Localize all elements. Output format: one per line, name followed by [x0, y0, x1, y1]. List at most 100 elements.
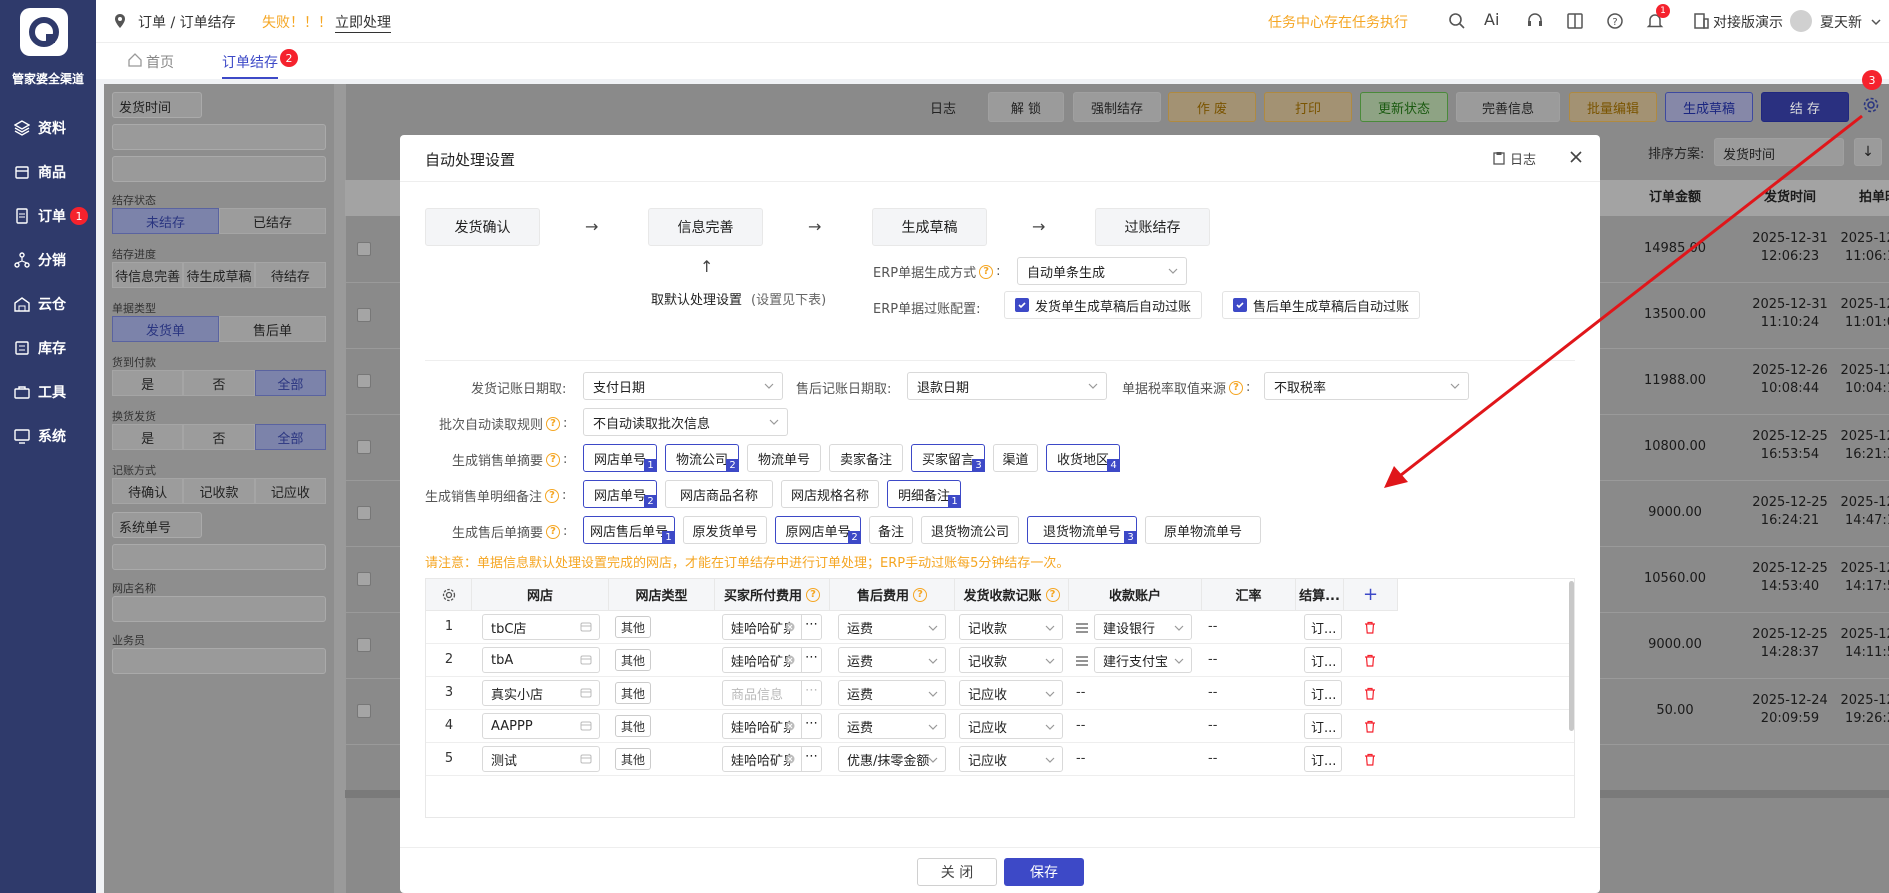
after-fee-select[interactable]: 优惠/抹零金额 — [838, 746, 946, 772]
cod-opt[interactable]: 是 — [112, 370, 184, 396]
account-select[interactable]: 建设银行 — [1094, 614, 1192, 640]
task-center-notice[interactable]: 任务中心存在任务执行 — [1268, 12, 1408, 32]
help-icon[interactable]: ? — [546, 416, 561, 431]
status-opt[interactable]: 未结存 — [112, 208, 219, 234]
tab-home[interactable]: 首页 — [146, 52, 174, 72]
summary-tag[interactable]: 备注 — [869, 516, 913, 544]
help-icon[interactable]: ? — [979, 264, 994, 279]
help-icon[interactable]: ? — [545, 488, 560, 503]
more-icon[interactable]: ⋯ — [801, 747, 821, 771]
delete-icon[interactable] — [1364, 720, 1376, 733]
cod-opt[interactable]: 全部 — [254, 370, 326, 396]
progress-opt[interactable]: 待信息完善 — [112, 262, 184, 288]
row-checkbox[interactable] — [357, 242, 371, 256]
summary-tag[interactable]: 网店商品名称 — [665, 480, 773, 508]
after-date-select[interactable]: 退款日期 — [907, 372, 1107, 400]
summary-tag[interactable]: 原发货单号 — [683, 516, 767, 544]
shop-name-input[interactable] — [112, 596, 326, 622]
buyer-fee-input[interactable]: 娃哈哈矿泉 ⋯ — [722, 647, 822, 673]
app-logo[interactable] — [20, 8, 68, 56]
log-button[interactable]: 日志 — [912, 92, 974, 122]
clear-icon[interactable] — [785, 754, 795, 764]
summary-tag[interactable]: 物流单号 — [747, 444, 821, 472]
account-opt[interactable]: 待确认 — [112, 478, 184, 504]
account-opt[interactable]: 记应收 — [254, 478, 326, 504]
summary-tag[interactable]: 渠道 — [993, 444, 1038, 472]
exchange-opt[interactable]: 全部 — [254, 424, 326, 450]
cod-opt[interactable]: 否 — [183, 370, 255, 396]
sidebar-item[interactable]: 工具 — [14, 374, 96, 410]
sidebar-item[interactable]: 云仓 — [14, 286, 96, 322]
shop-picker-icon[interactable] — [580, 720, 592, 732]
column-settings-gear-icon[interactable] — [442, 588, 456, 602]
ship-account-select[interactable]: 记应收 — [959, 713, 1063, 739]
list-settings-icon[interactable] — [1076, 622, 1088, 634]
more-icon[interactable]: ⋯ — [801, 615, 821, 639]
batch-rule-select[interactable]: 不自动读取批次信息 — [583, 408, 788, 436]
row-checkbox[interactable] — [357, 506, 371, 520]
summary-tag[interactable]: 原网店单号 2 — [775, 516, 861, 544]
sys-no-input[interactable] — [112, 544, 326, 570]
row-checkbox[interactable] — [357, 308, 371, 322]
shop-input[interactable]: AAPPP — [482, 713, 600, 739]
ship-date-select[interactable]: 支付日期 — [583, 372, 783, 400]
ship-account-select[interactable]: 记收款 — [959, 647, 1063, 673]
summary-tag[interactable]: 明细备注 1 — [887, 480, 961, 508]
shop-input[interactable]: 真实小店 — [482, 680, 600, 706]
summary-tag[interactable]: 收货地区 4 — [1046, 444, 1120, 472]
exchange-opt[interactable]: 是 — [112, 424, 184, 450]
after-fee-select[interactable]: 运费 — [838, 614, 946, 640]
headset-icon[interactable] — [1526, 12, 1544, 30]
avatar[interactable] — [1790, 10, 1812, 32]
date-start-input[interactable] — [112, 124, 326, 150]
summary-tag[interactable]: 退货物流单号 3 — [1027, 516, 1137, 544]
help-icon[interactable]: ? — [1606, 12, 1624, 30]
type-opt[interactable]: 发货单 — [112, 316, 219, 342]
settle-select[interactable]: 订... — [1304, 746, 1342, 772]
ship-time-select[interactable]: 发货时间 — [112, 92, 202, 118]
summary-tag[interactable]: 原单物流单号 — [1145, 516, 1261, 544]
process-now-link[interactable]: 立即处理 — [335, 12, 391, 33]
sidebar-item[interactable]: 库存 — [14, 330, 96, 366]
more-icon[interactable]: ⋯ — [801, 648, 821, 672]
summary-tag[interactable]: 买家留言 3 — [911, 444, 985, 472]
delete-icon[interactable] — [1364, 687, 1376, 700]
sidebar-item[interactable]: 商品 — [14, 154, 96, 190]
help-icon[interactable]: ? — [1045, 587, 1060, 602]
summary-tag[interactable]: 网店单号 2 — [583, 480, 657, 508]
settle-select[interactable]: 订... — [1304, 713, 1342, 739]
add-row-icon[interactable]: + — [1363, 584, 1378, 605]
book-icon[interactable] — [1566, 12, 1584, 30]
after-fee-select[interactable]: 运费 — [838, 647, 946, 673]
ai-assistant-icon[interactable]: Ai — [1484, 10, 1499, 29]
help-icon[interactable]: ? — [546, 452, 561, 467]
status-opt[interactable]: 已结存 — [219, 208, 326, 234]
shop-input[interactable]: tbA — [482, 647, 600, 673]
exchange-opt[interactable]: 否 — [183, 424, 255, 450]
ship-account-select[interactable]: 记应收 — [959, 680, 1063, 706]
clear-icon[interactable] — [785, 622, 795, 632]
save-button[interactable]: 保存 — [1004, 858, 1084, 886]
settle-select[interactable]: 订... — [1304, 680, 1342, 706]
type-opt[interactable]: 售后单 — [219, 316, 326, 342]
summary-tag[interactable]: 网店单号 1 — [583, 444, 657, 472]
ship-account-select[interactable]: 记收款 — [959, 614, 1063, 640]
ship-account-select[interactable]: 记应收 — [959, 746, 1063, 772]
sys-no-select[interactable]: 系统单号 — [112, 512, 202, 538]
settle-select[interactable]: 订... — [1304, 647, 1342, 673]
chevron-down-icon[interactable] — [1870, 16, 1882, 28]
force-settle-button[interactable]: 强制结存 — [1073, 92, 1161, 122]
after-fee-select[interactable]: 运费 — [838, 680, 946, 706]
tab-order-settlement[interactable]: 订单结存 — [222, 52, 278, 79]
close-button[interactable]: 关 闭 — [917, 858, 997, 886]
delete-icon[interactable] — [1364, 753, 1376, 766]
summary-tag[interactable]: 网店售后单号 1 — [583, 516, 675, 544]
sidebar-item[interactable]: 资料 — [14, 110, 96, 146]
date-end-input[interactable] — [112, 156, 326, 182]
shop-picker-icon[interactable] — [580, 654, 592, 666]
print-button[interactable]: 打印 — [1264, 92, 1352, 122]
shop-picker-icon[interactable] — [580, 753, 592, 765]
more-icon[interactable]: ⋯ — [801, 714, 821, 738]
row-checkbox[interactable] — [357, 572, 371, 586]
delete-icon[interactable] — [1364, 654, 1376, 667]
